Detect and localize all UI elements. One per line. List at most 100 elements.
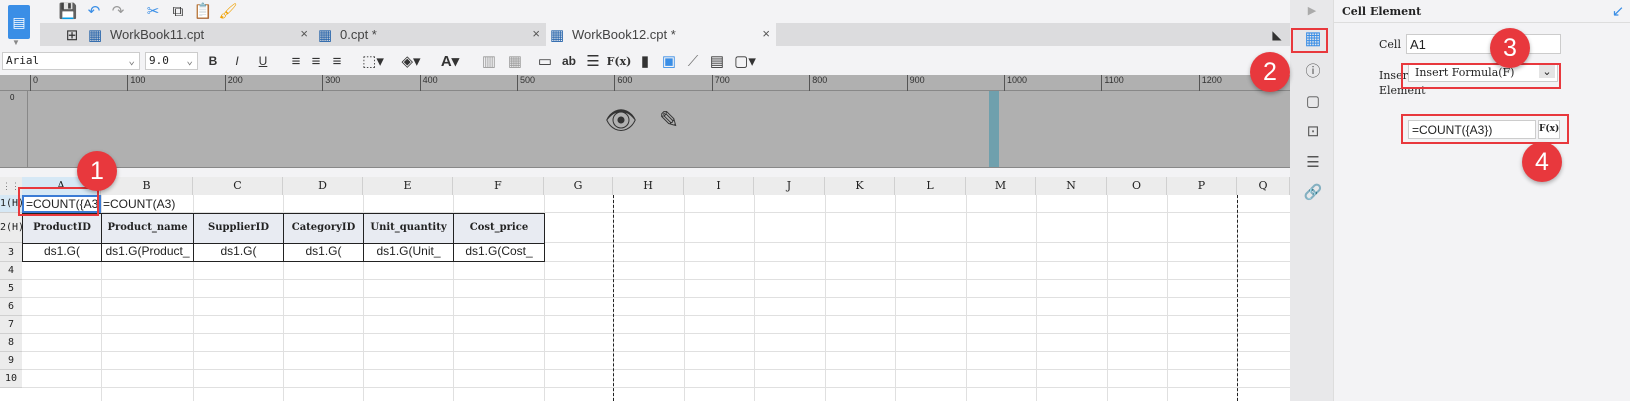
data-cell[interactable]: ds1.G(Cost_ [453,243,545,262]
column-header[interactable]: F [453,177,544,195]
cell-b1[interactable]: =COUNT(A3) [103,195,193,213]
column-gridline [754,195,755,401]
header-cell[interactable]: CategoryID [283,213,364,244]
vertical-ruler: 0 [0,91,28,168]
tab-menu-icon[interactable]: ◣ [1268,26,1286,44]
data-cell[interactable]: ds1.G(Unit_ [363,243,454,262]
row-header[interactable]: 9 [0,352,22,370]
new-workbook-icon[interactable]: ⊞ [62,25,82,45]
dropdown-arrow-icon[interactable]: ▼ [12,38,20,47]
highlight-cell-element [1291,28,1328,53]
unmerge-cells-icon[interactable]: ▦ [506,52,524,70]
column-header[interactable]: K [825,177,895,195]
collapse-arrow-icon[interactable]: ▶ [1302,2,1322,18]
header-cell[interactable]: Product_name [101,213,194,244]
font-color-icon[interactable]: A▾ [436,52,464,70]
align-center-icon[interactable]: ≡ [307,52,325,70]
column-gridline [895,195,896,401]
merge-cells-icon[interactable]: ▥ [480,52,498,70]
copy-icon[interactable]: ⧉ [168,2,188,20]
format-painter-icon[interactable]: 🖌 [218,2,238,20]
hyperlink-icon[interactable]: 🔗 [1300,183,1326,205]
row-header[interactable]: 5 [0,280,22,298]
chart-icon[interactable]: ▮ [636,52,654,70]
step-badge-2: 2 [1250,52,1290,92]
subreport-icon[interactable]: ▤ [708,52,726,70]
header-cell[interactable]: Cost_price [453,213,545,244]
hidden-eye-icon[interactable]: 👁 [604,105,638,135]
column-header[interactable]: D [283,177,363,195]
condition-icon[interactable]: ☰ [1300,153,1326,175]
dock-arrow-icon[interactable]: ↙ [1610,3,1626,20]
column-header[interactable]: J [754,177,825,195]
rich-text-icon[interactable]: ☰ [584,52,602,70]
ruler-label: 300 [322,75,340,91]
paste-icon[interactable]: 📋 [193,2,213,20]
redo-icon[interactable]: ↷ [108,2,128,20]
image-icon[interactable]: ▣ [660,52,678,70]
data-cell[interactable]: ds1.G( [193,243,284,262]
close-icon[interactable]: × [762,26,770,41]
row-header[interactable]: 6 [0,298,22,316]
ruler-label: 400 [419,75,438,91]
column-header[interactable]: G [544,177,613,195]
column-gridline [1167,195,1168,401]
size-select[interactable]: 9.0 ⌄ [145,52,198,70]
panel-title: Cell Element [1342,5,1422,18]
cell-attribute-icon[interactable]: ⓘ [1300,60,1326,82]
italic-button[interactable]: I [228,52,246,70]
align-right-icon[interactable]: ≡ [328,52,346,70]
data-cell[interactable]: ds1.G(Product_ [101,243,194,262]
underline-button[interactable]: U [254,52,272,70]
row-header[interactable]: 8 [0,334,22,352]
cell-input[interactable]: A1 [1406,34,1561,54]
row-header[interactable]: 4 [0,262,22,280]
template-icon[interactable]: ▤ [8,5,30,39]
tab-workbook12[interactable]: ▦ WorkBook12.cpt * × [546,23,776,46]
tab-workbook11[interactable]: ▦ WorkBook11.cpt × [84,23,314,46]
horizontal-ruler: 0 100 200 300 400 500 600 700 800 900 1000 1100 1200 [0,75,1290,91]
float-element-icon[interactable]: ▢ [1300,92,1326,114]
row-header[interactable]: 7 [0,316,22,334]
slash-icon[interactable]: ⟋ [684,52,702,70]
tab-0-cpt[interactable]: ▦ 0.cpt * × [314,23,546,46]
cell-label: Cell [1379,38,1401,51]
undo-icon[interactable]: ↶ [84,2,104,20]
cut-icon[interactable]: ✂ [143,2,163,20]
align-left-icon[interactable]: ≡ [287,52,305,70]
header-cell[interactable]: ProductID [22,213,102,244]
font-select[interactable]: Arial ⌄ [2,52,140,70]
edit-pencil-icon[interactable]: ✎ [654,105,684,135]
column-header[interactable]: C [193,177,283,195]
data-cell[interactable]: ds1.G( [22,243,102,262]
text-field-icon[interactable]: ▭ [536,52,554,70]
row-header[interactable]: 2(H) [0,213,24,243]
column-header[interactable]: Q [1237,177,1290,195]
formula-icon[interactable]: F(x) [607,52,632,70]
column-gridline [966,195,967,401]
border-icon[interactable]: ⬚▾ [360,52,386,70]
close-icon[interactable]: × [300,26,308,41]
close-icon[interactable]: × [532,26,540,41]
frame-icon[interactable]: ▢▾ [732,52,758,70]
data-cell[interactable]: ds1.G( [283,243,364,262]
row-header[interactable]: 10 [0,370,22,388]
column-header[interactable]: E [363,177,453,195]
column-header[interactable]: I [684,177,754,195]
header-cell[interactable]: SupplierID [193,213,284,244]
column-header[interactable]: O [1107,177,1167,195]
highlight-insert-select [1401,63,1561,89]
header-cell[interactable]: Unit_quantity [363,213,454,244]
fill-color-icon[interactable]: ◈▾ [398,52,424,70]
page-break-line [1237,195,1238,401]
column-header[interactable]: N [1036,177,1107,195]
column-header[interactable]: L [895,177,966,195]
widget-icon[interactable]: ⊡ [1300,122,1326,144]
column-header[interactable]: M [966,177,1036,195]
text-icon[interactable]: ab [560,52,578,70]
column-header[interactable]: H [613,177,684,195]
save-icon[interactable]: 💾 [58,2,78,20]
column-header[interactable]: P [1167,177,1237,195]
row-header[interactable]: 3 [0,243,22,262]
bold-button[interactable]: B [204,52,222,70]
